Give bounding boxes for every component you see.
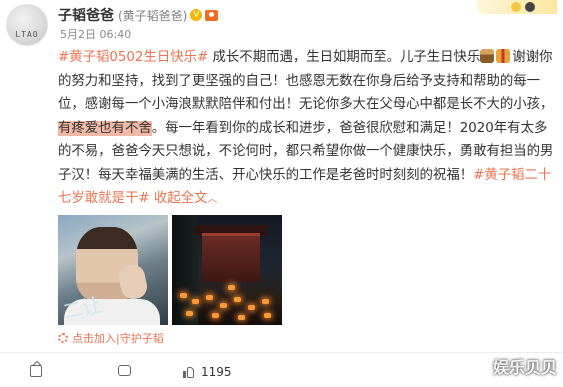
post-meta: 5月2日 06:40: [60, 26, 136, 42]
comment-icon: [118, 365, 131, 376]
tag-line[interactable]: 点击加入|守护子韬: [58, 330, 164, 346]
header-decoration: [477, 0, 557, 14]
share-button[interactable]: [30, 365, 42, 377]
watermark-text: 娱乐贝贝: [492, 358, 557, 377]
cake-icon: [480, 49, 495, 63]
like-button[interactable]: 1195: [182, 365, 232, 379]
highlighted-text: 有疼爱也有不舍: [58, 120, 152, 136]
lantern: [192, 299, 199, 304]
lantern: [264, 313, 271, 318]
user-line: 子韬爸爸 (黄子韬爸爸) V: [58, 5, 219, 25]
portrait-photo[interactable]: 二让: [58, 215, 168, 325]
tag-text[interactable]: 点击加入|守护子韬: [72, 330, 164, 346]
like-count: 1195: [201, 365, 232, 379]
chevron-up-icon[interactable]: ︿: [207, 194, 217, 205]
like-icon: [182, 366, 195, 379]
post-text-part1: 成长不期而遇，生日如期而至。儿子生日快乐: [208, 50, 481, 65]
building: [202, 233, 260, 282]
vip-icon[interactable]: V: [190, 9, 203, 21]
post-date[interactable]: 5月2日 06:40: [60, 28, 131, 41]
lantern: [186, 311, 193, 316]
lantern: [220, 303, 227, 308]
lantern: [238, 315, 245, 320]
lantern: [248, 305, 255, 310]
comment-button[interactable]: [118, 365, 131, 376]
action-bar: 1195: [0, 352, 563, 387]
tag-icon: [58, 333, 68, 343]
share-icon: [30, 365, 42, 377]
avatar-text: LTAO: [15, 30, 39, 39]
lantern: [228, 285, 235, 290]
gift-icon: [496, 49, 511, 63]
author-remark: (黄子韬爸爸): [118, 8, 188, 23]
post-text: #黄子韬0502生日快乐# 成长不期而遇，生日如期而至。儿子生日快乐 谢谢你的努力…: [58, 46, 558, 212]
level-icon[interactable]: [205, 9, 219, 21]
lantern: [180, 293, 187, 298]
lantern: [262, 299, 269, 304]
night-lantern-photo[interactable]: [172, 215, 282, 325]
hashtag-birthday[interactable]: #黄子韬0502生日快乐#: [58, 50, 208, 65]
avatar[interactable]: LTAO: [6, 4, 48, 46]
lantern: [234, 297, 241, 302]
lantern: [212, 313, 219, 318]
collapse-link[interactable]: 收起全文: [150, 191, 208, 206]
author-name[interactable]: 子韬爸爸: [58, 5, 114, 25]
lantern: [206, 295, 213, 300]
